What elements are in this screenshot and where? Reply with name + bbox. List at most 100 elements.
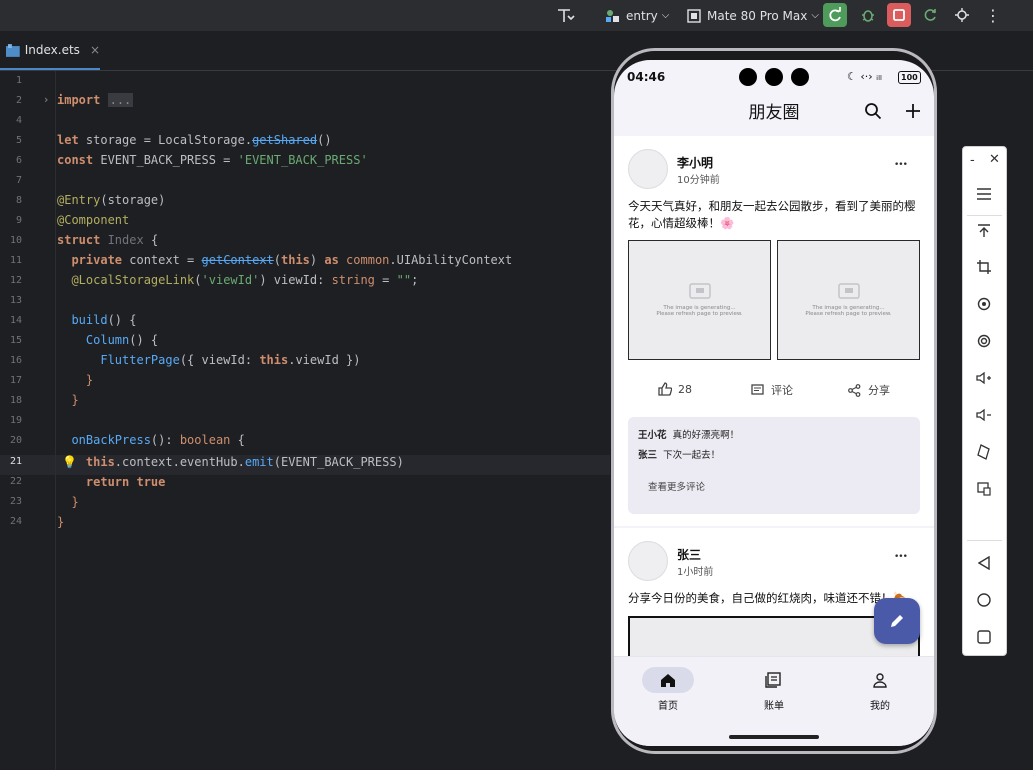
code-token: common [346, 253, 390, 267]
emulator-side-panel: - ✕ [962, 146, 1007, 656]
compose-fab[interactable] [874, 598, 920, 644]
home-icon[interactable] [660, 672, 676, 692]
code-token: getShared [252, 133, 318, 147]
line-number: 9 [15, 215, 22, 226]
stop-icon [893, 9, 905, 21]
post-time: 1小时前 [677, 567, 714, 578]
font-icon[interactable] [556, 0, 576, 31]
gear-bug-icon [955, 8, 969, 22]
line-number: 1 [15, 75, 22, 86]
share-icon [848, 383, 861, 397]
more-comments-link[interactable]: 查看更多评论 [648, 479, 705, 493]
menu-icon[interactable] [973, 183, 995, 205]
home-circle-icon[interactable] [973, 589, 995, 611]
bottom-nav: 首页 账单 我的 [614, 656, 934, 746]
module-selector[interactable]: entry ⌵ [605, 0, 669, 31]
like-button[interactable]: 28 [658, 382, 692, 396]
code-token: @Entry [57, 193, 101, 207]
back-icon[interactable] [973, 552, 995, 574]
chevron-down-icon: ⌵ [811, 10, 819, 21]
line-number: 18 [9, 395, 22, 406]
fold-chevron-icon[interactable]: › [44, 93, 48, 106]
image-placeholder-text: Please refresh page to preview. [805, 311, 892, 317]
tab-index-ets[interactable]: Index.ets × [0, 32, 100, 70]
more-vert-icon[interactable]: ⋮ [981, 3, 1005, 27]
line-number: 24 [9, 516, 22, 527]
thumbs-up-icon [658, 382, 672, 396]
camera-cutout [765, 68, 783, 86]
divider [967, 215, 1002, 216]
run-reload-button[interactable] [823, 3, 847, 27]
post-username[interactable]: 李小明 [677, 154, 713, 171]
code-token: this [281, 253, 310, 267]
crop-icon[interactable] [973, 256, 995, 278]
code-token: .UIAbilityContext [389, 253, 513, 267]
avatar[interactable] [628, 541, 668, 581]
line-number: 7 [15, 175, 22, 186]
screenshot-icon[interactable] [973, 478, 995, 500]
line-number: 23 [9, 496, 22, 507]
search-icon[interactable] [864, 102, 882, 124]
code-token: () [317, 133, 332, 147]
volume-up-icon[interactable] [973, 367, 995, 389]
add-icon[interactable] [904, 102, 922, 124]
divider [967, 540, 1002, 541]
code-token: { [143, 233, 159, 247]
debug-button[interactable] [856, 3, 880, 27]
comment-button[interactable]: 评论 [751, 382, 793, 398]
image-icon [837, 283, 860, 299]
code-token: let [57, 133, 79, 147]
profiler-button[interactable] [950, 3, 974, 27]
minimize-icon[interactable]: - [970, 153, 975, 168]
code-token: this [57, 455, 115, 469]
home-indicator [729, 735, 819, 739]
line-number: 19 [9, 415, 22, 426]
code-token: const [57, 153, 94, 167]
share-button[interactable]: 分享 [848, 382, 890, 398]
comment-author[interactable]: 张三 [638, 450, 657, 461]
code-token: { [230, 433, 245, 447]
code-token: ) [309, 253, 325, 267]
code-token: () { [107, 313, 137, 327]
apply-changes-button[interactable] [918, 3, 942, 27]
more-icon[interactable]: ••• [894, 160, 908, 170]
edit-icon [891, 615, 903, 627]
reload-icon [829, 7, 841, 22]
location-icon[interactable] [973, 330, 995, 352]
nav-label-me[interactable]: 我的 [860, 697, 900, 712]
person-icon[interactable] [872, 672, 888, 692]
comment-author[interactable]: 王小花 [638, 430, 667, 441]
nav-label-home[interactable]: 首页 [648, 697, 688, 712]
code-fold[interactable]: ... [107, 93, 134, 107]
close-icon[interactable]: × [90, 43, 100, 57]
line-number: 15 [9, 335, 22, 346]
image-icon [688, 283, 711, 299]
recents-icon[interactable] [973, 626, 995, 648]
post-image[interactable]: The image is generating... Please refres… [628, 240, 771, 360]
nav-label-bill[interactable]: 账单 [754, 697, 794, 712]
line-number: 10 [9, 235, 22, 246]
line-number: 8 [15, 195, 22, 206]
rotate-device-icon[interactable] [973, 441, 995, 463]
more-icon[interactable]: ••• [894, 552, 908, 562]
gutter-divider [55, 71, 56, 770]
rotate-icon[interactable] [973, 293, 995, 315]
volume-down-icon[interactable] [973, 404, 995, 426]
code-token: (storage) [100, 193, 166, 207]
device-selector[interactable]: Mate 80 Pro Max ⌵ [686, 0, 819, 31]
close-icon[interactable]: ✕ [989, 152, 1000, 167]
avatar[interactable] [628, 149, 668, 189]
stop-button[interactable] [887, 3, 911, 27]
post-image[interactable]: The image is generating... Please refres… [777, 240, 920, 360]
bug-icon [862, 10, 874, 22]
code-token: ( [194, 273, 202, 287]
post-text: 今天天气真好，和朋友一起去公园散步，看到了美丽的樱花，心情超级棒！🌸 [628, 199, 916, 230]
post-username[interactable]: 张三 [677, 546, 701, 563]
battery-icon: 100 [898, 71, 921, 84]
code-token: } [57, 515, 65, 529]
module-label: entry [626, 8, 658, 23]
bill-icon[interactable] [765, 672, 781, 692]
line-number: 21 [9, 456, 22, 467]
pin-top-icon[interactable] [973, 220, 995, 242]
